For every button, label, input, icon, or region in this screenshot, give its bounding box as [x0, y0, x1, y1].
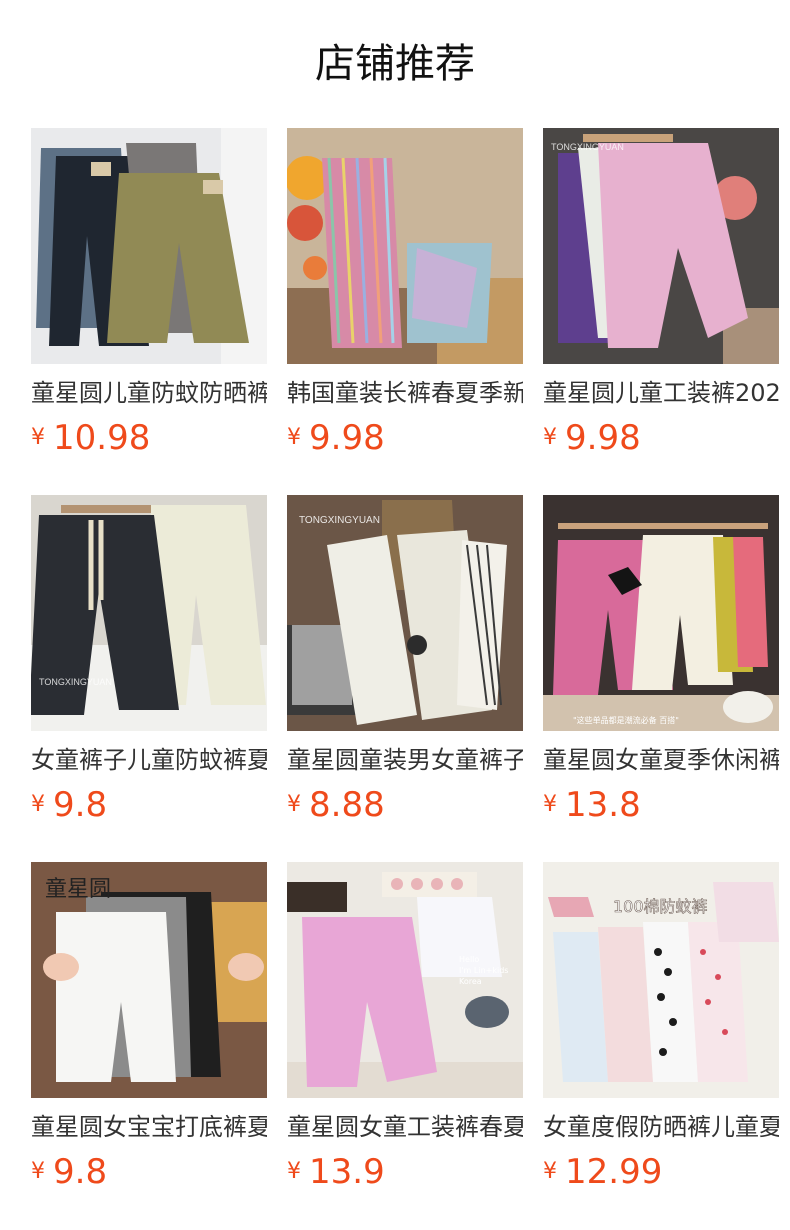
product-image[interactable]: TONGXINGYUAN	[287, 495, 523, 731]
product-price: ¥10.98	[31, 416, 150, 460]
product-name[interactable]: 童星圆女童夏季休闲裤子	[543, 742, 779, 778]
price-value: 12.99	[565, 1152, 663, 1192]
product-name[interactable]: 韩国童装长裤春夏季新款	[287, 375, 523, 411]
product-price: ¥13.9	[287, 1150, 385, 1194]
product-image[interactable]: 童星圆	[31, 862, 267, 1098]
price-value: 9.8	[53, 785, 108, 825]
currency-symbol: ¥	[31, 425, 45, 450]
product-price: ¥8.88	[287, 783, 385, 827]
product-image[interactable]: Hello I'm Lin+kids Korea	[287, 862, 523, 1098]
product-price: ¥9.8	[31, 783, 107, 827]
product-price: ¥13.8	[543, 783, 641, 827]
price-value: 8.88	[309, 785, 385, 825]
price-value: 9.98	[309, 418, 385, 458]
brand-watermark: TONGXINGYUAN	[551, 142, 624, 152]
price-value: 13.8	[565, 785, 641, 825]
product-name[interactable]: 女童裤子儿童防蚊裤夏季	[31, 742, 267, 778]
brand-watermark: TONGXINGYUAN	[299, 515, 380, 526]
product-image[interactable]: TONGXINGYUAN	[543, 128, 779, 364]
brand-logo: 童星圆	[45, 877, 111, 902]
currency-symbol: ¥	[31, 792, 45, 817]
price-value: 13.9	[309, 1152, 385, 1192]
product-name[interactable]: 童星圆儿童防蚊防晒裤	[31, 375, 267, 411]
product-name[interactable]: 童星圆童装男女童裤子夏季	[287, 742, 523, 778]
currency-symbol: ¥	[287, 1159, 301, 1184]
product-image[interactable]: "这些单品都是潮流必备 百搭"	[543, 495, 779, 731]
page-title: 店铺推荐	[315, 41, 475, 87]
product-name[interactable]: 童星圆女宝宝打底裤夏季	[31, 1109, 267, 1145]
product-price: ¥9.98	[287, 416, 385, 460]
currency-symbol: ¥	[287, 425, 301, 450]
product-price: ¥9.98	[543, 416, 641, 460]
product-name[interactable]: 童星圆女童工装裤春夏季	[287, 1109, 523, 1145]
currency-symbol: ¥	[543, 425, 557, 450]
product-image[interactable]: 100棉防蚊裤	[543, 862, 779, 1098]
image-caption: "这些单品都是潮流必备 百搭"	[573, 715, 679, 725]
image-caption: 100棉防蚊裤	[613, 897, 708, 916]
product-name[interactable]: 女童度假防晒裤儿童夏季	[543, 1109, 779, 1145]
price-value: 10.98	[53, 418, 151, 458]
product-image[interactable]	[287, 128, 523, 364]
currency-symbol: ¥	[31, 1159, 45, 1184]
price-value: 9.98	[565, 418, 641, 458]
price-value: 9.8	[53, 1152, 108, 1192]
product-price: ¥9.8	[31, 1150, 107, 1194]
currency-symbol: ¥	[543, 792, 557, 817]
product-name[interactable]: 童星圆儿童工装裤2024	[543, 375, 779, 411]
brand-watermark: TONGXINGYUAN	[39, 677, 112, 687]
currency-symbol: ¥	[287, 792, 301, 817]
product-image[interactable]: TONGXINGYUAN	[31, 495, 267, 731]
currency-symbol: ¥	[543, 1159, 557, 1184]
product-price: ¥12.99	[543, 1150, 662, 1194]
product-image[interactable]	[31, 128, 267, 364]
